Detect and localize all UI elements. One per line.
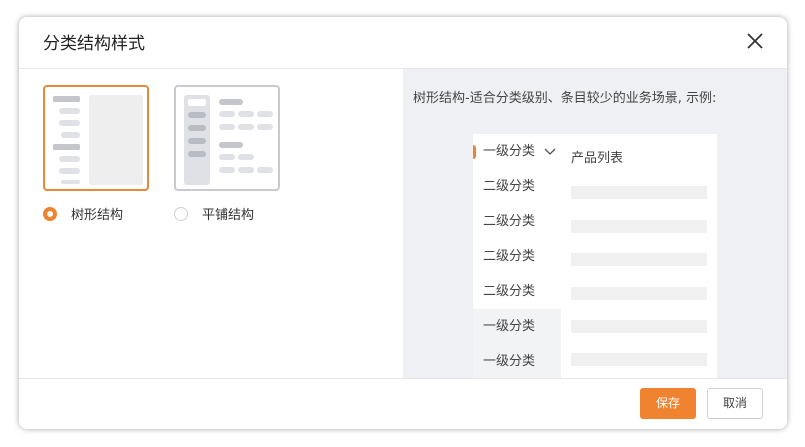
- product-placeholder: [571, 220, 707, 233]
- category-list: 一级分类 二级分类 二级分类 二级分类 二级分类 一级分类 一级分类: [473, 134, 561, 378]
- category-item: 二级分类: [483, 249, 536, 264]
- flat-structure-thumbnail: [184, 95, 273, 185]
- product-placeholder: [571, 186, 707, 199]
- tree-structure-thumbnail: [53, 95, 143, 185]
- save-button[interactable]: 保存: [640, 388, 696, 419]
- preview-mockup: 一级分类 二级分类 二级分类 二级分类 二级分类 一级分类 一级分类 产品列表: [473, 134, 717, 378]
- flat-structure-label: 平铺结构: [202, 208, 255, 223]
- tree-structure-label: 树形结构: [71, 208, 124, 223]
- close-icon[interactable]: [743, 29, 767, 53]
- product-list-title: 产品列表: [571, 151, 624, 166]
- category-item: 二级分类: [483, 179, 536, 194]
- dialog-footer: 保存 取消: [19, 378, 787, 429]
- category-item: 一级分类: [473, 134, 561, 169]
- flat-structure-radio[interactable]: [174, 206, 188, 221]
- active-indicator: [473, 145, 476, 159]
- dialog-body: 树形结构 平铺结构 树形结构-适合分类级别、条目较少的业务场景, 示例: 一级分…: [19, 69, 787, 378]
- dialog-title: 分类结构样式: [43, 34, 145, 54]
- tree-structure-option[interactable]: 树形结构: [43, 204, 123, 223]
- flat-structure-option[interactable]: 平铺结构: [174, 204, 254, 223]
- tree-structure-radio[interactable]: [43, 206, 57, 221]
- product-placeholder: [571, 253, 707, 266]
- product-list: 产品列表: [561, 134, 717, 378]
- category-item: 二级分类: [483, 284, 536, 299]
- preview-panel: 树形结构-适合分类级别、条目较少的业务场景, 示例: 一级分类 二级分类 二级分…: [403, 69, 787, 378]
- category-item: 一级分类: [473, 344, 561, 378]
- product-placeholder: [571, 287, 707, 300]
- category-style-dialog: 分类结构样式 树形结构 平铺结构 树形结构-适合分类级别、条目较少的业务场景, …: [19, 17, 787, 429]
- preview-description: 树形结构-适合分类级别、条目较少的业务场景, 示例:: [413, 91, 717, 106]
- cancel-button[interactable]: 取消: [707, 388, 763, 419]
- category-item: 一级分类: [473, 309, 561, 344]
- product-placeholder: [571, 320, 707, 333]
- dialog-header: 分类结构样式: [19, 17, 787, 69]
- chevron-down-icon: [544, 148, 556, 155]
- flat-structure-card[interactable]: [174, 85, 280, 191]
- tree-structure-card[interactable]: [43, 85, 149, 191]
- product-placeholder: [571, 353, 707, 366]
- category-item: 二级分类: [483, 214, 536, 229]
